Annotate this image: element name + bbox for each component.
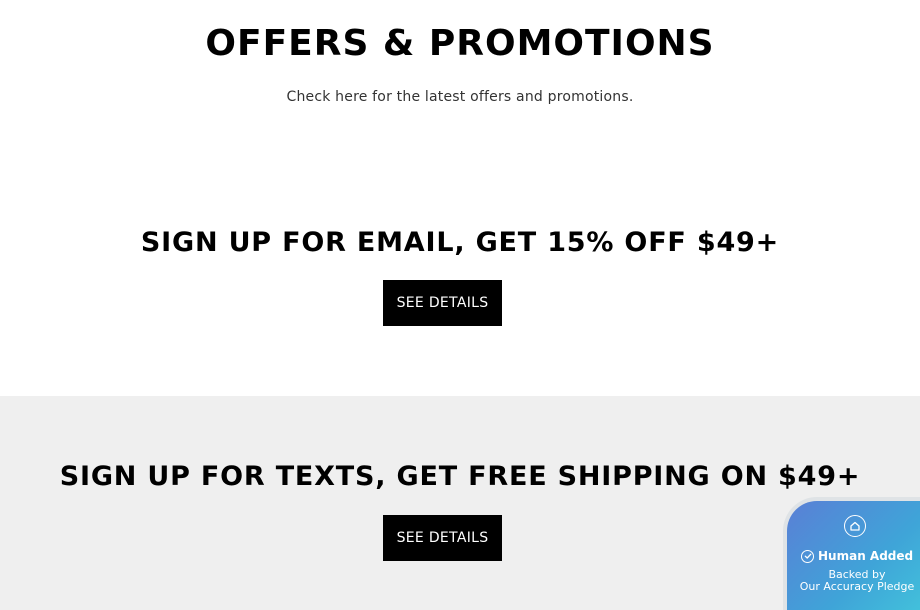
email-offer-see-details-button[interactable]: SEE DETAILS [383, 280, 502, 326]
check-circle-icon [801, 549, 814, 563]
badge-body[interactable]: Human Added Backed by Our Accuracy Pledg… [787, 501, 920, 610]
home-icon [844, 515, 866, 537]
hero-section: OFFERS & PROMOTIONS Check here for the l… [0, 0, 920, 396]
email-offer-heading: SIGN UP FOR EMAIL, GET 15% OFF $49+ [140, 227, 780, 258]
text-offer-section: SIGN UP FOR TEXTS, GET FREE SHIPPING ON … [0, 396, 920, 610]
page-subtitle: Check here for the latest offers and pro… [286, 89, 634, 105]
badge-title: Human Added [818, 549, 914, 563]
page-title: OFFERS & PROMOTIONS [205, 23, 715, 64]
text-offer-heading: SIGN UP FOR TEXTS, GET FREE SHIPPING ON … [59, 461, 861, 492]
text-offer-see-details-button[interactable]: SEE DETAILS [383, 515, 502, 561]
badge-line-2: Our Accuracy Pledge [799, 580, 915, 593]
badge-title-row: Human Added [801, 549, 913, 563]
offers-page: OFFERS & PROMOTIONS Check here for the l… [0, 0, 920, 610]
accuracy-pledge-badge[interactable]: Human Added Backed by Our Accuracy Pledg… [783, 497, 920, 610]
